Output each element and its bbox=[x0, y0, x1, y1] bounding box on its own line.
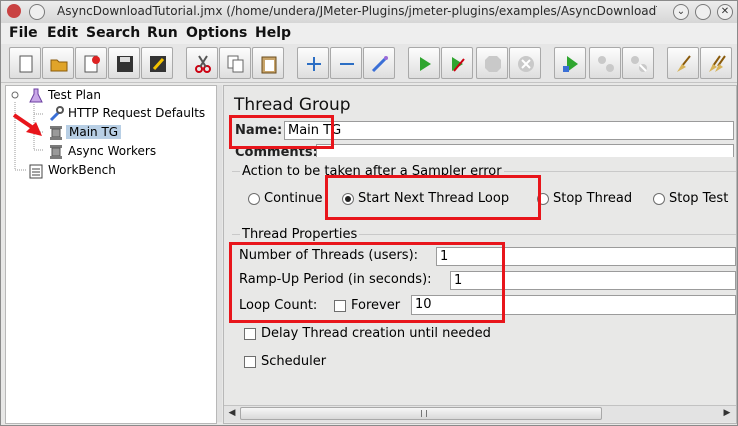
close-file-icon bbox=[84, 55, 100, 73]
stop-thread-label[interactable]: Stop Thread bbox=[553, 191, 632, 206]
wand-icon bbox=[371, 56, 388, 73]
play-icon bbox=[420, 57, 431, 71]
save-as-icon bbox=[150, 56, 166, 72]
toggle-button[interactable] bbox=[363, 47, 395, 79]
scissors-icon bbox=[195, 55, 211, 73]
thread-props-highlight-box bbox=[229, 242, 505, 323]
expand-all-button[interactable] bbox=[297, 47, 329, 79]
tree-item-label: Test Plan bbox=[48, 88, 101, 102]
window-shade-button[interactable] bbox=[29, 4, 45, 20]
continue-radio[interactable] bbox=[248, 193, 260, 205]
toolbar bbox=[1, 44, 737, 83]
sampler-error-highlight-box bbox=[325, 175, 541, 220]
thread-props-label: Thread Properties bbox=[240, 227, 360, 242]
new-button[interactable] bbox=[9, 47, 41, 79]
menu-search[interactable]: Search bbox=[86, 25, 140, 41]
minimize-button[interactable]: ⌄ bbox=[673, 4, 689, 20]
paste-icon bbox=[261, 56, 277, 74]
test-plan-tree: Test Plan HTTP Request Defaults Main TG … bbox=[5, 85, 217, 424]
delay-thread-label[interactable]: Delay Thread creation until needed bbox=[261, 326, 491, 341]
start-no-pauses-button[interactable] bbox=[441, 47, 473, 79]
window-title: AsyncDownloadTutorial.jmx (/home/undera/… bbox=[57, 4, 657, 18]
remote-shutdown-icon bbox=[631, 56, 647, 72]
horizontal-scrollbar[interactable]: ◀ ▶ bbox=[224, 405, 736, 422]
clipboard-icon bbox=[29, 164, 43, 179]
delay-thread-checkbox[interactable] bbox=[244, 328, 256, 340]
menu-options[interactable]: Options bbox=[186, 25, 247, 41]
flask-icon bbox=[29, 88, 43, 103]
menu-file[interactable]: File bbox=[9, 25, 38, 41]
plus-icon bbox=[307, 57, 321, 71]
comments-field[interactable] bbox=[316, 144, 734, 157]
new-file-icon bbox=[19, 55, 33, 73]
scheduler-label[interactable]: Scheduler bbox=[261, 354, 326, 369]
scroll-left-button[interactable]: ◀ bbox=[225, 407, 239, 420]
scrollbar-thumb[interactable] bbox=[240, 407, 602, 420]
shutdown-button[interactable] bbox=[509, 47, 541, 79]
name-highlight-box bbox=[229, 115, 334, 149]
menu-edit[interactable]: Edit bbox=[47, 25, 78, 41]
cut-button[interactable] bbox=[186, 47, 218, 79]
copy-button[interactable] bbox=[219, 47, 251, 79]
stop-test-label[interactable]: Stop Test bbox=[669, 191, 728, 206]
page-title: Thread Group bbox=[234, 95, 351, 115]
spool-icon bbox=[50, 126, 62, 140]
copy-icon bbox=[227, 55, 244, 73]
stop-test-radio[interactable] bbox=[653, 193, 665, 205]
save-button[interactable] bbox=[108, 47, 140, 79]
wrench-icon bbox=[49, 106, 64, 122]
start-button[interactable] bbox=[408, 47, 440, 79]
scroll-right-button[interactable]: ▶ bbox=[720, 407, 734, 420]
broom-all-icon bbox=[709, 55, 726, 72]
remote-stop-icon bbox=[598, 56, 614, 72]
clear-all-button[interactable] bbox=[700, 47, 732, 79]
open-folder-icon bbox=[50, 59, 68, 72]
stop-icon bbox=[485, 56, 501, 72]
tree-item-label: WorkBench bbox=[48, 163, 116, 177]
menu-help[interactable]: Help bbox=[255, 25, 291, 41]
broom-icon bbox=[677, 55, 691, 72]
minus-icon bbox=[340, 63, 354, 65]
shutdown-icon bbox=[518, 56, 534, 72]
spool-icon bbox=[50, 145, 62, 159]
scheduler-checkbox[interactable] bbox=[244, 356, 256, 368]
play-no-pause-icon bbox=[452, 57, 465, 72]
grip-icon bbox=[421, 410, 427, 417]
maximize-button[interactable] bbox=[695, 4, 711, 20]
menu-bar: File Edit Search Run Options Help bbox=[1, 23, 737, 44]
collapse-all-button[interactable] bbox=[330, 47, 362, 79]
remote-stop-button[interactable] bbox=[589, 47, 621, 79]
split-pane-divider[interactable] bbox=[217, 85, 222, 422]
name-field[interactable]: Main TG bbox=[284, 121, 734, 140]
remote-start-button[interactable] bbox=[554, 47, 586, 79]
open-button[interactable] bbox=[42, 47, 74, 79]
close-file-button[interactable] bbox=[75, 47, 107, 79]
thread-group-panel: Thread Group Name: Main TG Comments: Act… bbox=[223, 85, 737, 424]
save-icon bbox=[117, 56, 133, 72]
continue-label[interactable]: Continue bbox=[264, 191, 322, 206]
title-bar: AsyncDownloadTutorial.jmx (/home/undera/… bbox=[1, 1, 737, 24]
menu-run[interactable]: Run bbox=[147, 25, 178, 41]
tree-item-label: Async Workers bbox=[68, 144, 157, 158]
stop-button[interactable] bbox=[476, 47, 508, 79]
close-button[interactable]: ✕ bbox=[717, 4, 733, 20]
tree-item-label: HTTP Request Defaults bbox=[68, 106, 206, 120]
app-window: AsyncDownloadTutorial.jmx (/home/undera/… bbox=[0, 0, 738, 426]
save-as-button[interactable] bbox=[141, 47, 173, 79]
remote-shutdown-button[interactable] bbox=[622, 47, 654, 79]
window-menu-icon[interactable] bbox=[7, 4, 21, 18]
clear-button[interactable] bbox=[667, 47, 699, 79]
red-arrow-annotation bbox=[12, 113, 42, 136]
tree-item-label: Main TG bbox=[66, 125, 122, 139]
paste-button[interactable] bbox=[252, 47, 284, 79]
remote-start-icon bbox=[563, 56, 578, 72]
